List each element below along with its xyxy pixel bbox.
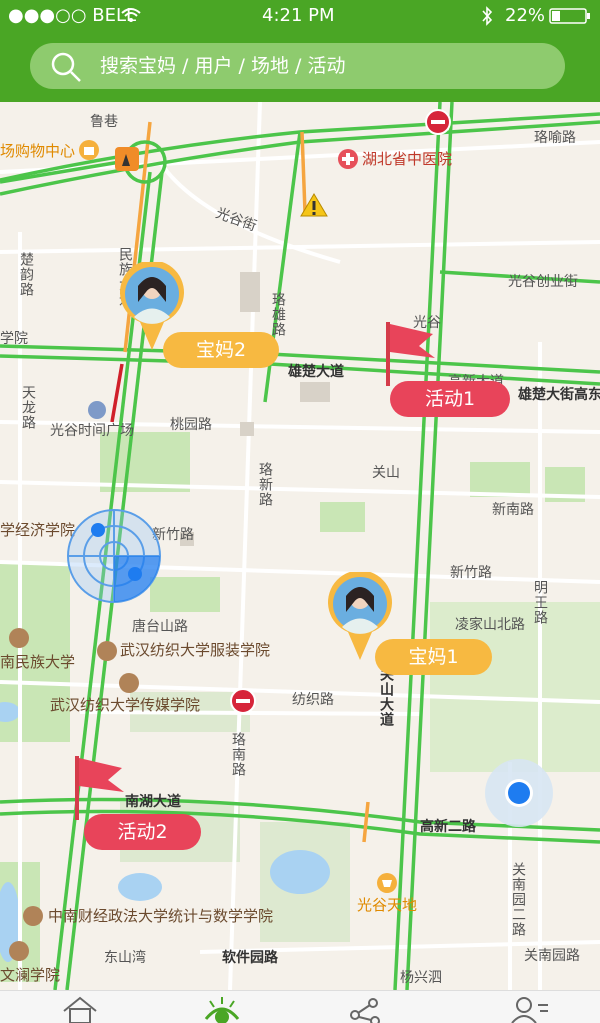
map-label: 雄楚大街高东 xyxy=(518,387,600,403)
map-label: 武汉纺织大学服装学院 xyxy=(120,641,271,659)
battery-icon xyxy=(549,8,590,24)
map-view[interactable]: 鲁巷 场购物中心 湖北省中医院 珞喻路 光谷街 楚韵路 民族大道 光谷创业街 学… xyxy=(0,102,600,990)
my-location-button[interactable] xyxy=(484,758,554,828)
map-label: 光谷时间广场 xyxy=(50,423,134,439)
flag-icon[interactable] xyxy=(383,320,439,388)
map-label: 珞喻路 xyxy=(534,130,576,146)
map-label: 场购物中心 xyxy=(0,142,76,160)
no-entry-icon xyxy=(425,109,451,135)
activity-marker-label[interactable]: 活动2 xyxy=(84,814,201,850)
map-label: 湖北省中医院 xyxy=(362,150,453,168)
home-icon[interactable] xyxy=(60,995,100,1023)
map-label: 高新二路 xyxy=(420,819,476,835)
map-label: 珞南路 xyxy=(230,732,246,777)
map-label: 关南园二路 xyxy=(510,862,526,937)
school-icon xyxy=(9,628,29,648)
map-label: 新南路 xyxy=(492,502,534,518)
shopping-icon xyxy=(377,873,397,893)
map-label: 学经济学院 xyxy=(0,521,76,539)
hospital-icon xyxy=(338,149,358,169)
map-label: 桃园路 xyxy=(170,417,212,433)
map-label: 明王路 xyxy=(532,580,548,625)
map-label: 纺织路 xyxy=(292,692,334,708)
mom-marker-label[interactable]: 宝妈1 xyxy=(375,639,492,675)
map-label: 文澜学院 xyxy=(0,966,61,984)
radar-icon[interactable] xyxy=(66,508,162,604)
school-icon xyxy=(119,673,139,693)
plaza-icon xyxy=(88,401,106,419)
map-label: 中南财经政法大学统计与数学学院 xyxy=(48,907,274,925)
map-label: 唐台山路 xyxy=(132,619,188,635)
map-label: 关山大道 xyxy=(378,667,394,727)
map-label: 新竹路 xyxy=(450,565,492,581)
bluetooth-icon xyxy=(482,6,493,26)
map-label: 天龙路 xyxy=(20,385,36,430)
construction-icon xyxy=(115,147,139,171)
profile-icon[interactable] xyxy=(510,995,550,1023)
search-placeholder: 搜索宝妈 / 用户 / 场地 / 活动 xyxy=(100,55,346,77)
mall-icon xyxy=(79,140,99,160)
map-label: 光谷创业街 xyxy=(508,274,578,290)
search-header: 搜索宝妈 / 用户 / 场地 / 活动 xyxy=(0,32,600,102)
no-entry-icon xyxy=(230,688,256,714)
map-label: 武汉纺织大学传媒学院 xyxy=(50,696,201,714)
school-icon xyxy=(9,941,29,961)
map-label: 杨兴泗 xyxy=(400,970,442,986)
school-icon xyxy=(97,641,117,661)
wifi-icon xyxy=(121,8,141,22)
clock: 4:21 PM xyxy=(262,5,335,26)
map-label: 东山湾 xyxy=(104,950,146,966)
share-icon[interactable] xyxy=(345,995,385,1023)
map-label: 珞雄路 xyxy=(270,292,286,337)
eye-icon[interactable] xyxy=(202,995,242,1023)
map-label: 光谷天地 xyxy=(357,896,418,914)
search-input[interactable]: 搜索宝妈 / 用户 / 场地 / 活动 xyxy=(30,43,565,89)
map-label: 珞新路 xyxy=(257,462,273,507)
status-bar: ●●●○○ BELL 4:21 PM 22% xyxy=(0,0,600,32)
map-label: 学院 xyxy=(0,331,28,347)
carrier-label: ●●●○○ BELL xyxy=(8,5,137,26)
search-icon xyxy=(51,52,81,82)
map-label: 凌家山北路 xyxy=(455,617,525,633)
map-label: 南湖大道 xyxy=(125,794,181,810)
map-label: 鲁巷 xyxy=(90,114,118,130)
map-label: 楚韵路 xyxy=(18,252,34,297)
map-label: 关山 xyxy=(372,465,400,481)
map-label: 南民族大学 xyxy=(0,653,76,671)
school-icon xyxy=(23,906,43,926)
tab-bar xyxy=(0,990,600,1023)
activity-marker-label[interactable]: 活动1 xyxy=(390,381,510,417)
map-label: 雄楚大道 xyxy=(288,364,344,380)
map-label: 软件园路 xyxy=(222,950,278,966)
map-label: 关南园路 xyxy=(524,948,580,964)
battery-label: 22% xyxy=(505,5,546,26)
warning-icon xyxy=(300,193,328,217)
flag-icon[interactable] xyxy=(72,754,128,822)
mom-marker-label[interactable]: 宝妈2 xyxy=(163,332,279,368)
